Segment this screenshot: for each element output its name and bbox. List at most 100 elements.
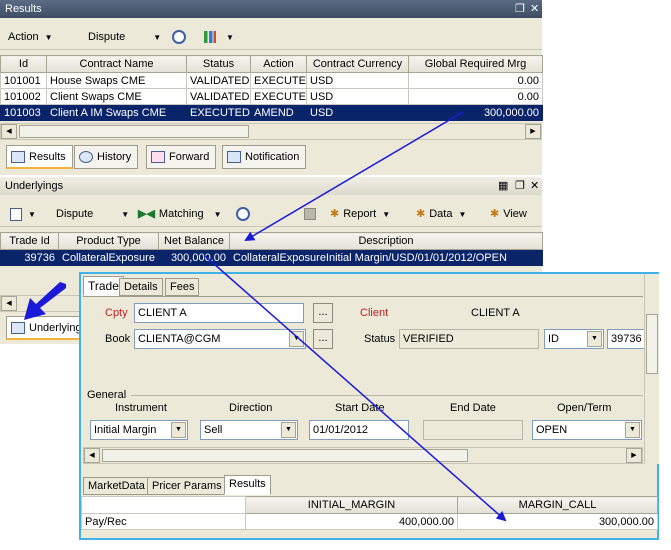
clock-button[interactable] bbox=[172, 26, 186, 48]
view-menu[interactable]: ✱ View bbox=[490, 203, 527, 225]
dispute-menu[interactable]: Dispute ▼ bbox=[88, 26, 161, 48]
cell-status: VALIDATED bbox=[186, 88, 251, 105]
scroll-left-icon[interactable]: ◀ bbox=[1, 124, 17, 139]
start-date-field[interactable]: 01/01/2012 bbox=[309, 420, 409, 440]
edit-menu[interactable]: ▼ bbox=[10, 203, 36, 225]
table-row-selected[interactable]: 39736 CollateralExposure 300,000.00 Coll… bbox=[0, 249, 543, 266]
table-row[interactable]: 101002 Client Swaps CME VALIDATED EXECUT… bbox=[0, 88, 543, 105]
restore-icon[interactable]: ❐ bbox=[515, 177, 525, 195]
direction-combo[interactable]: Sell ▼ bbox=[200, 420, 298, 440]
open-term-combo[interactable]: OPEN ▼ bbox=[532, 420, 642, 440]
tab-trade[interactable]: Trade bbox=[83, 276, 124, 296]
chevron-down-icon[interactable]: ▼ bbox=[281, 422, 296, 438]
cpty-field[interactable]: CLIENT A bbox=[134, 303, 304, 323]
chevron-down-icon: ▼ bbox=[153, 33, 162, 42]
list-icon bbox=[11, 322, 25, 335]
id-field[interactable]: 39736 bbox=[607, 329, 647, 349]
chevron-down-icon[interactable]: ▼ bbox=[625, 422, 640, 438]
tab-trade-label: Trade bbox=[88, 279, 119, 293]
action-menu[interactable]: Action ▼ bbox=[8, 26, 53, 48]
scroll-thumb[interactable] bbox=[646, 314, 658, 374]
table-row[interactable]: Pay/Rec 400,000.00 300,000.00 bbox=[81, 513, 658, 530]
results-table: Id Contract Name Status Action Contract … bbox=[0, 55, 543, 121]
form-vscroll[interactable] bbox=[644, 274, 659, 464]
chevron-down-icon: ▼ bbox=[226, 33, 234, 42]
underlyings-header-row: Trade Id Product Type Net Balance Descri… bbox=[0, 232, 543, 250]
scroll-thumb[interactable] bbox=[102, 449, 468, 462]
col-contract-currency[interactable]: Contract Currency bbox=[306, 55, 409, 73]
col-action[interactable]: Action bbox=[250, 55, 307, 73]
cell-contract-name: Client Swaps CME bbox=[46, 88, 187, 105]
float-icon[interactable]: ▦ bbox=[498, 177, 508, 195]
table-row-selected[interactable]: 101003 Client A IM Swaps CME EXECUTED AM… bbox=[0, 104, 543, 121]
trade-popup: Trade Details Fees Cpty CLIENT A ... Cli… bbox=[79, 272, 659, 540]
chevron-down-icon: ▼ bbox=[28, 210, 36, 219]
cpty-lookup-button[interactable]: ... bbox=[313, 303, 333, 323]
table-row[interactable]: 101001 House Swaps CME VALIDATED EXECUTE… bbox=[0, 72, 543, 89]
tab-results[interactable]: Results bbox=[6, 145, 73, 169]
cell-status: EXECUTED bbox=[186, 104, 251, 121]
tab-marketdata[interactable]: MarketData bbox=[83, 477, 150, 495]
chevron-down-icon: ▼ bbox=[44, 33, 53, 42]
tab-details-label: Details bbox=[124, 281, 158, 293]
matching-menu[interactable]: ▶◀ Matching ▼ bbox=[138, 203, 221, 225]
col-product-type[interactable]: Product Type bbox=[58, 232, 159, 250]
chevron-down-icon: ▼ bbox=[458, 210, 467, 219]
clock-button[interactable] bbox=[236, 203, 250, 225]
tab-results-label: Results bbox=[29, 151, 66, 163]
report-menu[interactable]: ✱ Report ▼ bbox=[330, 203, 390, 225]
chevron-down-icon[interactable]: ▼ bbox=[171, 422, 186, 438]
id-type-combo[interactable]: ID ▼ bbox=[544, 329, 604, 349]
pricer-results-header-row: INITIAL_MARGIN MARGIN_CALL bbox=[81, 496, 658, 514]
cell-currency: USD bbox=[306, 88, 409, 105]
bar-chart-icon bbox=[204, 31, 216, 44]
col-net-balance[interactable]: Net Balance bbox=[158, 232, 230, 250]
id-type-value: ID bbox=[548, 333, 559, 345]
chevron-down-icon[interactable]: ▼ bbox=[289, 331, 304, 347]
scroll-right-icon[interactable]: ▶ bbox=[525, 124, 541, 139]
col-id[interactable]: Id bbox=[0, 55, 47, 73]
col-description[interactable]: Description bbox=[229, 232, 543, 250]
col-trade-id[interactable]: Trade Id bbox=[0, 232, 59, 250]
tab-history[interactable]: History bbox=[74, 145, 139, 169]
results-title: Results bbox=[5, 3, 42, 15]
chevron-down-icon[interactable]: ▼ bbox=[587, 331, 602, 347]
form-hscroll[interactable]: ◀ ▶ bbox=[83, 447, 643, 464]
dispute-menu[interactable]: Dispute ▼ bbox=[56, 203, 129, 225]
cell-contract-name: House Swaps CME bbox=[46, 72, 187, 89]
close-icon[interactable]: ✕ bbox=[530, 0, 539, 18]
tab-notification[interactable]: Notification bbox=[222, 145, 307, 169]
scroll-left-icon[interactable]: ◀ bbox=[1, 296, 17, 311]
tab-pricer-params-label: Pricer Params bbox=[152, 480, 222, 492]
view-icon: ✱ bbox=[490, 208, 500, 220]
book-lookup-button[interactable]: ... bbox=[313, 329, 333, 349]
book-combo[interactable]: CLIENTA@CGM ▼ bbox=[134, 329, 306, 349]
tab-pricer-params[interactable]: Pricer Params bbox=[147, 477, 227, 495]
instrument-combo[interactable]: Initial Margin ▼ bbox=[90, 420, 188, 440]
restore-icon[interactable]: ❐ bbox=[515, 0, 525, 18]
tab-results-bottom[interactable]: Results bbox=[224, 475, 271, 495]
col-contract-name[interactable]: Contract Name bbox=[46, 55, 187, 73]
cell-id: 101001 bbox=[0, 72, 47, 89]
tab-forward[interactable]: Forward bbox=[146, 145, 217, 169]
scroll-left-icon[interactable]: ◀ bbox=[84, 448, 100, 463]
general-section-label: General bbox=[87, 389, 127, 401]
tab-fees-label: Fees bbox=[170, 281, 195, 293]
cell-contract-name: Client A IM Swaps CME bbox=[46, 104, 187, 121]
stop-button[interactable] bbox=[304, 203, 316, 225]
scroll-right-icon[interactable]: ▶ bbox=[626, 448, 642, 463]
close-icon[interactable]: ✕ bbox=[530, 177, 539, 195]
scroll-thumb[interactable] bbox=[19, 125, 249, 138]
col-status[interactable]: Status bbox=[186, 55, 251, 73]
action-label: Action bbox=[8, 31, 39, 43]
results-hscroll[interactable]: ◀ ▶ bbox=[0, 123, 542, 140]
general-section-rule bbox=[131, 395, 643, 396]
col-global-required-mrg[interactable]: Global Required Mrg bbox=[408, 55, 543, 73]
col-initial-margin[interactable]: INITIAL_MARGIN bbox=[245, 496, 458, 514]
tab-fees[interactable]: Fees bbox=[165, 278, 200, 296]
col-margin-call[interactable]: MARGIN_CALL bbox=[457, 496, 658, 514]
tab-details[interactable]: Details bbox=[119, 278, 163, 296]
chart-button[interactable]: ▼ bbox=[204, 26, 234, 48]
end-date-field bbox=[423, 420, 523, 440]
data-menu[interactable]: ✱ Data ▼ bbox=[416, 203, 466, 225]
